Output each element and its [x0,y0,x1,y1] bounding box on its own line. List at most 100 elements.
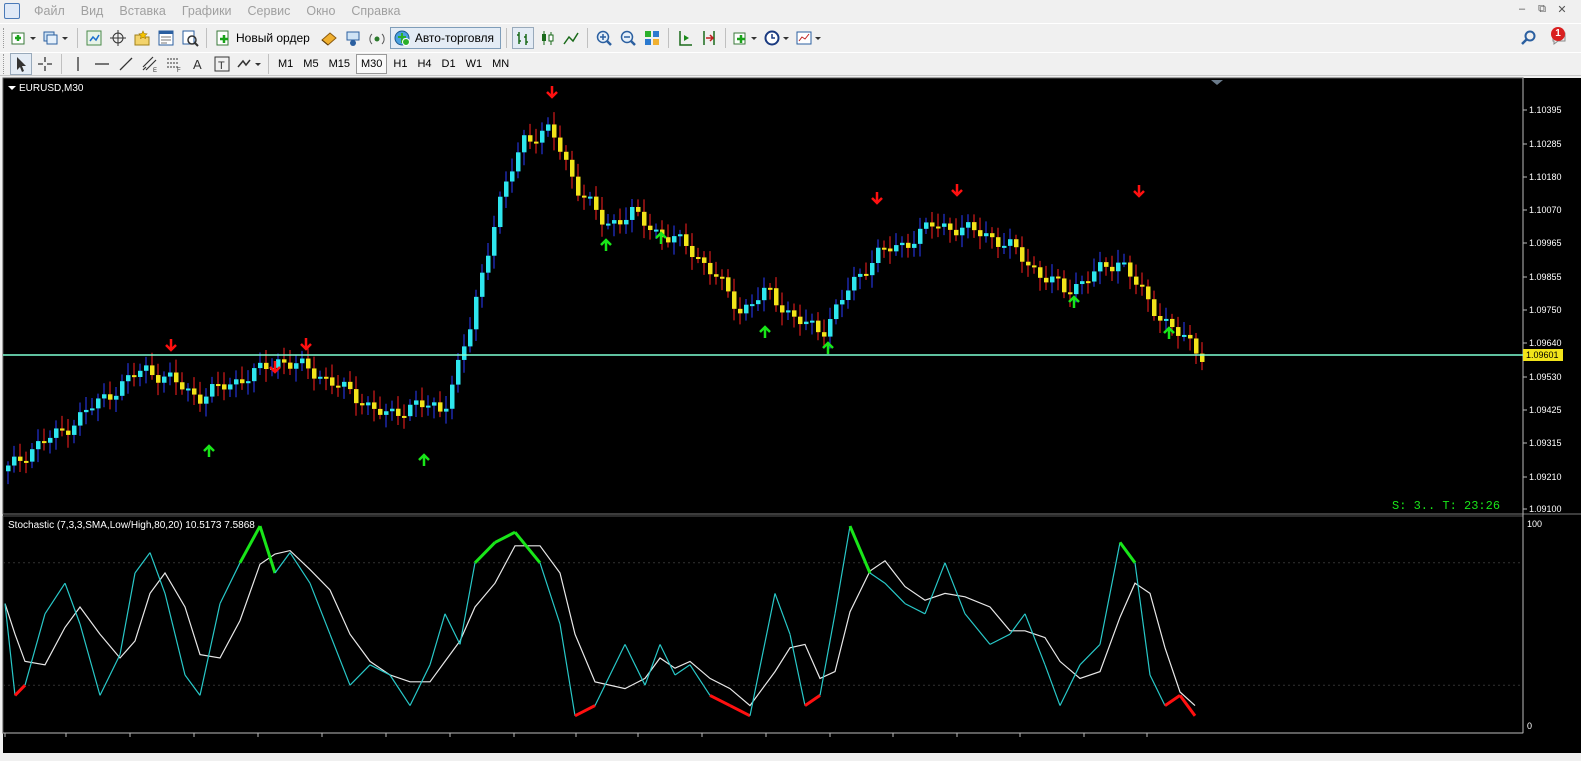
candle-body [360,403,365,406]
candle-body [1080,281,1085,285]
candle-body [1086,281,1091,284]
candle-body [30,449,35,462]
candle-body [624,219,629,225]
stochastic-axis-min: 0 [1527,721,1532,731]
time-axis-label: 7 Aug 14:00 [830,738,878,748]
candle-body [666,237,671,243]
candle-body [606,223,611,226]
candle-body [1110,266,1115,272]
chart-window[interactable]: 1.10395 1.10285 1.10180 1.10070 1.09965 1.098… [0,0,1581,761]
candle-body [852,276,857,291]
price-axis-label: 1.10070 [1529,205,1562,215]
candle-body [6,465,11,472]
candle-body [558,137,563,152]
time-axis-label: 7 Aug 10:00 [766,738,814,748]
candle-body [132,375,137,378]
candle-body [642,211,647,226]
candle-body [180,382,185,390]
candle-body [546,124,551,131]
candle-body [774,288,779,306]
candle-body [1068,292,1073,295]
candle-body [582,195,587,198]
candle-body [354,389,359,404]
candle-body [18,456,23,461]
candle-body [1020,247,1025,262]
candle-body [510,171,515,182]
candle-body [966,222,971,228]
candle-body [882,247,887,250]
candle-body [150,365,155,376]
candle-body [456,359,461,385]
candle-body [936,226,941,229]
candle-body [960,227,965,236]
candle-body [252,368,257,382]
candle-body [1122,262,1127,265]
candle-body [600,209,605,225]
candle-body [138,370,143,377]
candle-body [648,225,653,231]
bottom-edge [0,753,1581,761]
candle-body [126,375,131,382]
price-axis-label: 1.09750 [1529,305,1562,315]
candle-body [438,402,443,412]
candle-body [330,377,335,386]
candle-body [828,319,833,337]
candle-body [1104,262,1109,267]
candle-body [528,135,533,142]
candle-body [1170,318,1175,328]
candle-body [522,135,527,153]
time-axis-label: 7 Aug 06:00 [702,738,750,748]
candle-body [630,206,635,220]
candle-body [48,437,53,443]
candle-body [516,152,521,172]
candle-body [1032,265,1037,268]
candle-body [990,233,995,238]
candle-body [636,206,641,212]
candle-body [750,304,755,307]
candle-body [876,247,881,263]
candle-body [204,396,209,404]
time-axis-label: 3 Aug 14:00 [66,738,114,748]
candle-body [348,381,353,390]
candle-body [702,257,707,263]
candle-body [552,124,557,138]
candle-body [900,242,905,246]
candle-body [342,381,347,387]
candle-body [198,394,203,404]
candle-body [1176,327,1181,336]
candle-body [474,296,479,330]
time-axis-label: 8 Aug 06:00 [1084,738,1132,748]
current-price-label: 1.09601 [1526,350,1559,360]
candle-body [72,425,77,435]
price-axis-label: 1.10180 [1529,172,1562,182]
stochastic-label: Stochastic (7,3,3,SMA,Low/High,80,20) 10… [8,520,255,531]
candle-body [318,376,323,379]
candle-body [60,428,65,431]
candle-body [216,384,221,387]
candle-body [384,411,389,415]
candle-body [1152,299,1157,317]
candle-body [1146,286,1151,300]
price-axis-label: 1.09640 [1529,338,1562,348]
time-axis-label: 4 Aug 06:00 [322,738,370,748]
candle-body [618,220,623,225]
candle-body [954,229,959,236]
candle-body [540,130,545,143]
candle-body [684,234,689,246]
price-axis-label: 1.10285 [1529,139,1562,149]
candle-body [1158,316,1163,321]
time-axis-label: 3 Aug 22:00 [194,738,242,748]
candle-body [768,287,773,290]
price-axis-label: 1.09425 [1529,405,1562,415]
candle-body [12,456,17,466]
candle-body [978,230,983,237]
candle-body [282,359,287,363]
candle-body [432,402,437,406]
candle-body [66,430,71,435]
candle-body [1026,261,1031,266]
candle-body [108,394,113,400]
candle-body [174,372,179,383]
candle-body [1062,278,1067,293]
candle-body [1014,239,1019,248]
candle-body [984,233,989,237]
